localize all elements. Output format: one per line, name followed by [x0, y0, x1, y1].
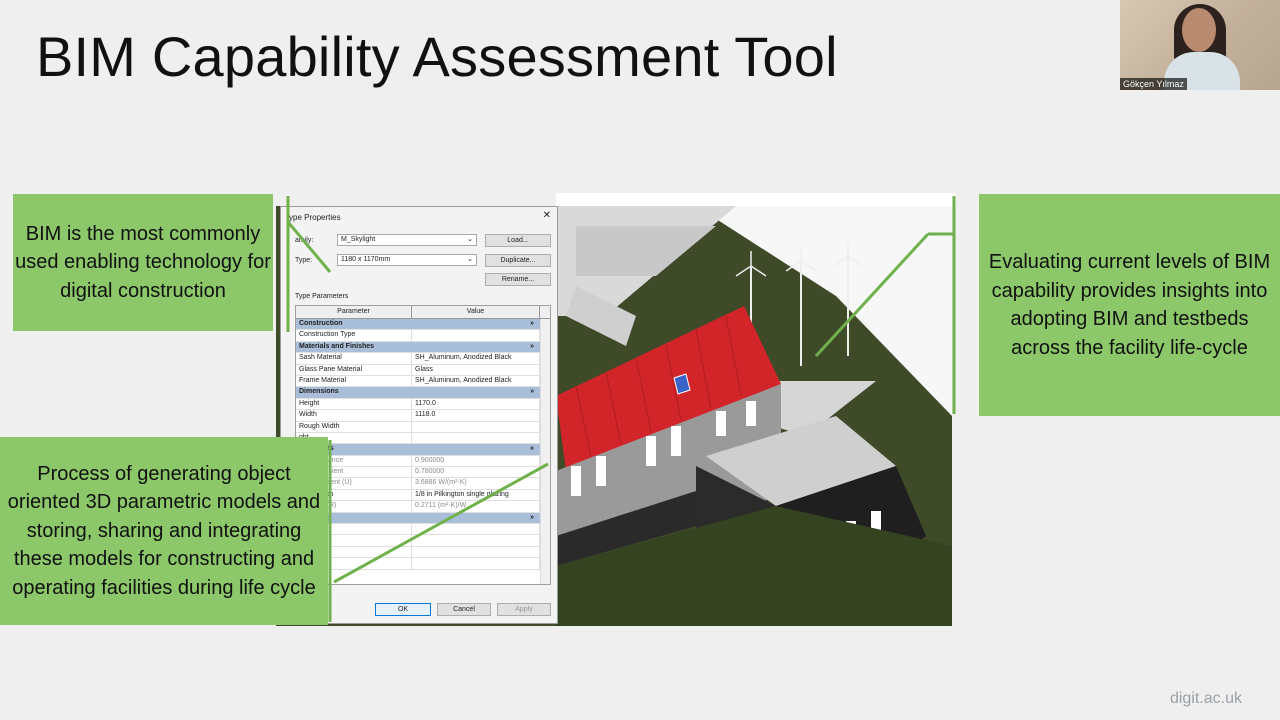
parameter-name: Construction	[299, 320, 343, 327]
parameter-row[interactable]: sistance (R)0.2711 (m²·K)/W	[296, 501, 550, 513]
parameter-row[interactable]	[296, 558, 550, 570]
parameter-row[interactable]: ght	[296, 432, 550, 445]
parameter-row[interactable]: ments	[296, 524, 550, 536]
parameter-value[interactable]: 0.900000	[412, 455, 540, 467]
duplicate-button[interactable]: Duplicate...	[485, 254, 551, 267]
parameter-value[interactable]: Glass	[412, 364, 540, 375]
parameter-value[interactable]	[412, 432, 540, 444]
parameter-name: Sash Material	[296, 353, 412, 364]
collapse-chevron-icon[interactable]: »	[412, 387, 540, 397]
grid-rows: Construction» Construction Type Materials …	[296, 319, 550, 570]
parameter-value[interactable]	[412, 535, 540, 546]
collapse-chevron-icon[interactable]: »	[412, 513, 540, 523]
parameter-value[interactable]: SH_Aluminum, Anodized Black	[412, 353, 540, 364]
parameter-group-row[interactable]: Properties»	[296, 444, 550, 456]
parameter-value[interactable]: 1170.0	[412, 398, 540, 410]
type-parameters-grid[interactable]: Parameter Value Construction» Constructio…	[295, 305, 551, 585]
callout-right: Evaluating current levels of BIM capabil…	[979, 194, 1280, 416]
load-button[interactable]: Load...	[485, 234, 551, 247]
parameter-row[interactable]: er Coefficient (U)3.6886 W/(m²·K)	[296, 478, 550, 490]
parameter-column-header[interactable]: Parameter	[296, 306, 412, 318]
family-select-value: M_Skylight	[341, 236, 376, 243]
parameter-group-row[interactable]: Materials and Finishes »	[296, 341, 550, 354]
parameter-row[interactable]: Glass Pane Material Glass	[296, 364, 550, 376]
collapse-chevron-icon[interactable]: »	[412, 319, 540, 329]
family-select[interactable]: M_Skylight ⌄	[337, 234, 477, 246]
type-select[interactable]: 1180 x 1170mm ⌄	[337, 254, 477, 266]
parameter-value[interactable]: 3.6886 W/(m²·K)	[412, 478, 540, 489]
parameter-row[interactable]: Rough Width	[296, 421, 550, 433]
callout-left: BIM is the most commonly used enabling t…	[13, 194, 273, 331]
parameter-value[interactable]: 0.2711 (m²·K)/W	[412, 501, 540, 512]
parameter-row[interactable]	[296, 546, 550, 559]
apply-button[interactable]: Apply	[497, 603, 551, 616]
parameter-row[interactable]: Sash Material SH_Aluminum, Anodized Black	[296, 353, 550, 365]
parameter-name: Rough Width	[296, 421, 412, 432]
rename-button[interactable]: Rename...	[485, 273, 551, 286]
parameter-name: Glass Pane Material	[296, 364, 412, 375]
footer-url: digit.ac.uk	[1169, 690, 1242, 707]
parameter-name: Dimensions	[299, 388, 339, 396]
model-top-edge	[556, 193, 956, 207]
close-icon[interactable]: ✕	[543, 210, 551, 221]
parameter-value[interactable]	[412, 546, 540, 558]
dialog-title: ype Properties	[289, 213, 341, 222]
parameter-row[interactable]: Width 1118.0	[296, 410, 550, 422]
parameter-row[interactable]: Construction Type	[296, 330, 550, 342]
type-select-value: 1180 x 1170mm	[341, 256, 391, 263]
parameter-value[interactable]: 1118.0	[412, 410, 540, 421]
value-column-header[interactable]: Value	[412, 306, 540, 318]
parameter-row[interactable]: onstruction1/8 in Pilkington single glaz…	[296, 489, 550, 502]
parameter-value[interactable]	[412, 330, 540, 341]
collapse-chevron-icon[interactable]: »	[412, 444, 540, 454]
family-label: amily:	[295, 237, 314, 244]
parameter-value[interactable]: 0.780000	[412, 467, 540, 478]
slide-title: BIM Capability Assessment Tool	[36, 25, 838, 88]
parameter-row[interactable]: Transmittance0.900000	[296, 455, 550, 468]
parameter-value[interactable]: 1/8 in Pilkington single glazing	[412, 489, 540, 501]
participant-video[interactable]: Gökçen Yılmaz	[1120, 0, 1280, 90]
parameter-row[interactable]: ain Coefficient0.780000	[296, 467, 550, 479]
parameter-row[interactable]: Height 1170.0	[296, 398, 550, 411]
ok-button[interactable]: OK	[375, 603, 431, 616]
parameter-value[interactable]	[412, 421, 540, 432]
type-label: Type:	[295, 257, 313, 264]
parameter-value[interactable]: SH_Aluminum, Anodized Black	[412, 375, 540, 387]
parameter-name: Materials and Finishes	[299, 342, 375, 350]
parameter-name: Width	[296, 410, 412, 421]
grid-header: Parameter Value	[296, 306, 550, 319]
chevron-down-icon: ⌄	[467, 256, 473, 263]
parameter-name: Height	[296, 398, 412, 410]
parameter-group-row[interactable]: ata»	[296, 512, 550, 525]
callout-bottom: Process of generating object oriented 3D…	[0, 437, 328, 625]
parameter-group-row[interactable]: Dimensions »	[296, 387, 550, 399]
type-parameters-label: Type Parameters	[295, 293, 349, 300]
parameter-row[interactable]	[296, 535, 550, 547]
parameter-value[interactable]	[412, 524, 540, 535]
parameter-row[interactable]: Frame Material SH_Aluminum, Anodized Blac…	[296, 375, 550, 388]
parameter-name: Frame Material	[296, 375, 412, 387]
participant-name: Gökçen Yılmaz	[1120, 78, 1187, 90]
chevron-down-icon: ⌄	[467, 236, 473, 243]
participant-face	[1182, 8, 1216, 52]
parameter-value[interactable]	[412, 558, 540, 569]
cancel-button[interactable]: Cancel	[437, 603, 491, 616]
collapse-chevron-icon[interactable]: »	[412, 342, 540, 352]
grid-scrollbar[interactable]	[540, 319, 550, 584]
parameter-name: Construction Type	[296, 330, 412, 341]
parameter-group-row[interactable]: Construction »	[296, 319, 550, 331]
